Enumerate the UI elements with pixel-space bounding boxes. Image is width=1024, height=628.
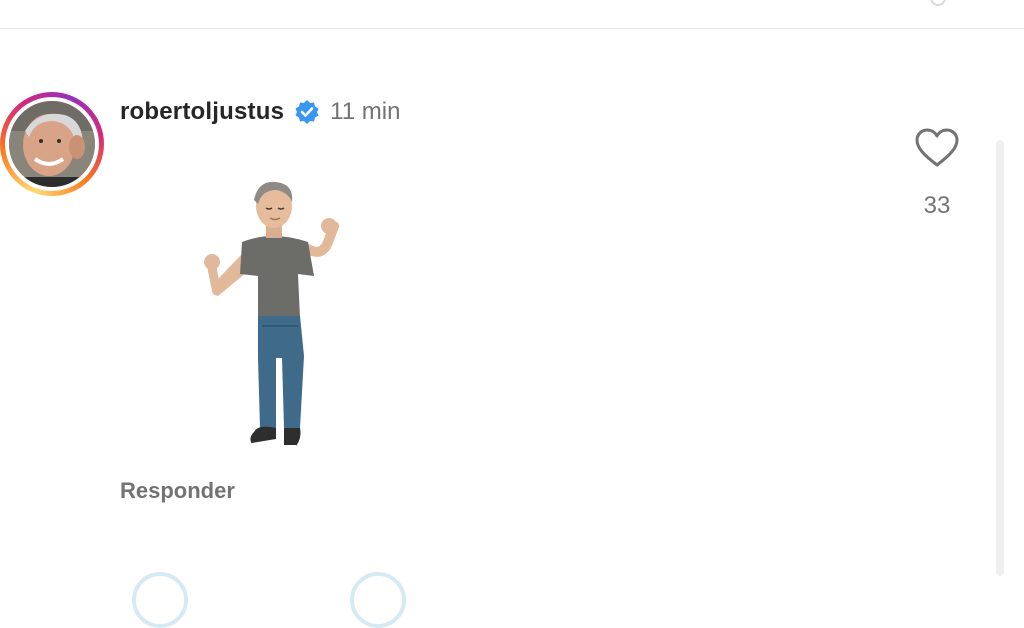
story-ring[interactable] xyxy=(0,92,104,196)
next-avatar-ring xyxy=(132,572,188,628)
avatar-sticker[interactable] xyxy=(196,176,346,466)
next-avatar-ring xyxy=(350,572,406,628)
next-comment-preview xyxy=(120,566,440,628)
like-button[interactable] xyxy=(912,126,962,172)
reply-button[interactable]: Responder xyxy=(120,478,235,504)
heart-outline-icon xyxy=(915,128,959,166)
comment-item: robertoljustus 11 min Responder 33 xyxy=(0,0,1024,576)
avatar-sticker-image xyxy=(204,181,339,447)
avatar-photo xyxy=(9,101,95,187)
scrollbar[interactable] xyxy=(996,140,1004,576)
comment-time: 11 min xyxy=(330,98,401,125)
avatar-border xyxy=(5,97,99,191)
like-count: 33 xyxy=(923,192,951,219)
verified-badge-icon xyxy=(294,99,320,125)
username[interactable]: robertoljustus xyxy=(120,98,284,126)
comment-header: robertoljustus 11 min xyxy=(120,96,400,128)
avatar[interactable] xyxy=(9,101,95,187)
